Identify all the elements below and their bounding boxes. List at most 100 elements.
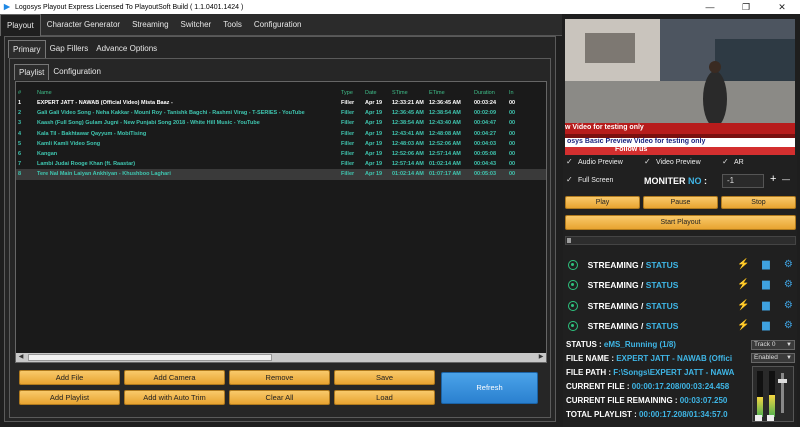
- row-in: 00: [509, 120, 516, 127]
- table-row[interactable]: 8 Tere Nal Main Laiyan Ankhiyan - Khushb…: [16, 169, 546, 180]
- row-date: Apr 19: [365, 151, 383, 158]
- check-icon: ✓: [566, 157, 573, 166]
- load-button[interactable]: Load: [334, 390, 435, 405]
- row-etime: 12:38:54 AM: [429, 110, 461, 117]
- add-camera-button[interactable]: Add Camera: [124, 370, 225, 385]
- close-button[interactable]: ✕: [764, 0, 800, 14]
- streaming-status: STATUS: [645, 260, 679, 270]
- full-screen-checkbox[interactable]: ✓ Full Screen: [566, 176, 613, 184]
- chevron-down-icon: ▼: [786, 355, 792, 361]
- col-header-name[interactable]: Name: [23, 90, 341, 96]
- stream-status-icon[interactable]: [568, 301, 578, 311]
- col-header-index[interactable]: #: [16, 90, 23, 96]
- ar-checkbox[interactable]: ✓ AR: [722, 158, 744, 166]
- tab-gap-fillers[interactable]: Gap Fillers: [46, 40, 93, 58]
- gear-icon[interactable]: ⚙: [783, 279, 794, 291]
- audio-preview-checkbox[interactable]: ✓ Audio Preview: [566, 158, 623, 166]
- seek-thumb[interactable]: [567, 238, 571, 243]
- table-row[interactable]: 5 Kamli Kamli Video Song Filler Apr 19 1…: [16, 139, 546, 149]
- row-etime: 01:07:17 AM: [429, 171, 461, 178]
- video-preview-checkbox[interactable]: ✓ Video Preview: [644, 158, 701, 166]
- volume-slider-thumb[interactable]: [778, 379, 787, 383]
- increment-button[interactable]: +: [770, 173, 776, 185]
- table-row[interactable]: 7 Lambi Judai Rooge Khan (ft. Raastar) F…: [16, 159, 546, 169]
- gear-icon[interactable]: ⚙: [783, 300, 794, 312]
- table-row[interactable]: 4 Kala Til - Bakhtawar Qayyum - MobiTisi…: [16, 129, 546, 139]
- streaming-row-1: STREAMING / STATUS ⚡ ▆ ⚙: [568, 258, 794, 272]
- col-header-etime[interactable]: ETime: [429, 90, 474, 96]
- row-type: Filler: [341, 110, 355, 117]
- tab-configuration[interactable]: Configuration: [248, 14, 308, 36]
- file-name-line: FILE NAME : EXPERT JATT - NAWAB (Offici: [566, 354, 748, 363]
- preview-frame: [565, 19, 795, 155]
- streaming-status: STATUS: [645, 280, 679, 290]
- plug-icon[interactable]: ⚡: [737, 279, 749, 291]
- refresh-button[interactable]: Refresh: [441, 372, 538, 404]
- gear-icon[interactable]: ⚙: [783, 259, 794, 271]
- col-header-stime[interactable]: STime: [392, 90, 429, 96]
- row-type: Filler: [341, 171, 355, 178]
- mute-right-checkbox[interactable]: [767, 415, 774, 421]
- row-stime: 12:38:54 AM: [392, 120, 424, 127]
- moniter-input[interactable]: -1: [722, 174, 764, 188]
- table-row[interactable]: 6 Kangan Filler Apr 19 12:52:06 AM 12:57…: [16, 149, 546, 159]
- stream-status-icon[interactable]: [568, 280, 578, 290]
- tab-streaming[interactable]: Streaming: [126, 14, 174, 36]
- col-header-date[interactable]: Date: [365, 90, 392, 96]
- clear-all-button[interactable]: Clear All: [229, 390, 330, 405]
- stream-status-icon[interactable]: [568, 321, 578, 331]
- tab-advance-options[interactable]: Advance Options: [92, 40, 161, 58]
- add-playlist-button[interactable]: Add Playlist: [19, 390, 120, 405]
- start-playout-button[interactable]: Start Playout: [565, 215, 796, 230]
- folder-icon[interactable]: ▆: [760, 300, 771, 312]
- save-button[interactable]: Save: [334, 370, 435, 385]
- minimize-button[interactable]: —: [692, 0, 728, 14]
- plug-icon[interactable]: ⚡: [737, 259, 749, 271]
- play-button[interactable]: Play: [565, 196, 640, 209]
- enabled-select[interactable]: Enabled ▼: [751, 353, 795, 363]
- file-name-label: FILE NAME :: [566, 354, 617, 363]
- seek-bar[interactable]: [565, 236, 796, 245]
- table-row[interactable]: 2 Gali Gali Video Song - Neha Kakkar - M…: [16, 108, 546, 118]
- row-in: 00: [509, 130, 516, 137]
- plug-icon[interactable]: ⚡: [737, 300, 749, 312]
- col-header-duration[interactable]: Duration: [474, 90, 509, 96]
- folder-icon[interactable]: ▆: [760, 320, 771, 332]
- stream-status-icon[interactable]: [568, 260, 578, 270]
- row-name: Kaash (Full Song) Gulam Jugni - New Punj…: [37, 120, 260, 127]
- horizontal-scrollbar[interactable]: ◀ ▶: [16, 353, 546, 362]
- tab-playout[interactable]: Playout: [0, 13, 41, 36]
- tab-playlist[interactable]: Playlist: [14, 64, 50, 80]
- plug-icon[interactable]: ⚡: [737, 320, 749, 332]
- add-auto-trim-button[interactable]: Add with Auto Trim: [124, 390, 225, 405]
- maximize-button[interactable]: ❐: [728, 0, 764, 14]
- remove-button[interactable]: Remove: [229, 370, 330, 385]
- col-header-in[interactable]: In: [509, 90, 525, 96]
- stop-button[interactable]: Stop: [721, 196, 796, 209]
- decrement-button[interactable]: —: [782, 175, 790, 184]
- scroll-thumb[interactable]: [28, 354, 272, 361]
- row-date: Apr 19: [365, 171, 383, 178]
- add-file-button[interactable]: Add File: [19, 370, 120, 385]
- mute-left-checkbox[interactable]: [755, 415, 762, 421]
- row-date: Apr 19: [365, 100, 383, 107]
- tab-switcher[interactable]: Switcher: [175, 14, 218, 36]
- window-title: Logosys Playout Express Licensed To Play…: [15, 3, 244, 11]
- pause-button[interactable]: Pause: [643, 196, 718, 209]
- folder-icon[interactable]: ▆: [760, 259, 771, 271]
- scroll-right-icon[interactable]: ▶: [536, 353, 546, 362]
- gear-icon[interactable]: ⚙: [783, 320, 794, 332]
- scroll-left-icon[interactable]: ◀: [16, 353, 26, 362]
- track-select[interactable]: Track 0 ▼: [751, 340, 795, 350]
- table-row[interactable]: 3 Kaash (Full Song) Gulam Jugni - New Pu…: [16, 118, 546, 128]
- tab-character-generator[interactable]: Character Generator: [41, 14, 126, 36]
- table-row[interactable]: 1 EXPERT JATT - NAWAB (Official Video) M…: [16, 98, 546, 108]
- folder-icon[interactable]: ▆: [760, 279, 771, 291]
- tab-playlist-configuration[interactable]: Configuration: [49, 64, 105, 80]
- total-playlist-line: TOTAL PLAYLIST : 00:00:17.208/01:34:57.0: [566, 410, 750, 419]
- col-header-type[interactable]: Type: [341, 90, 365, 96]
- row-type: Filler: [341, 130, 355, 137]
- streaming-text: STREAMING: [587, 301, 639, 311]
- tab-primary[interactable]: Primary: [8, 40, 46, 58]
- tab-tools[interactable]: Tools: [217, 14, 248, 36]
